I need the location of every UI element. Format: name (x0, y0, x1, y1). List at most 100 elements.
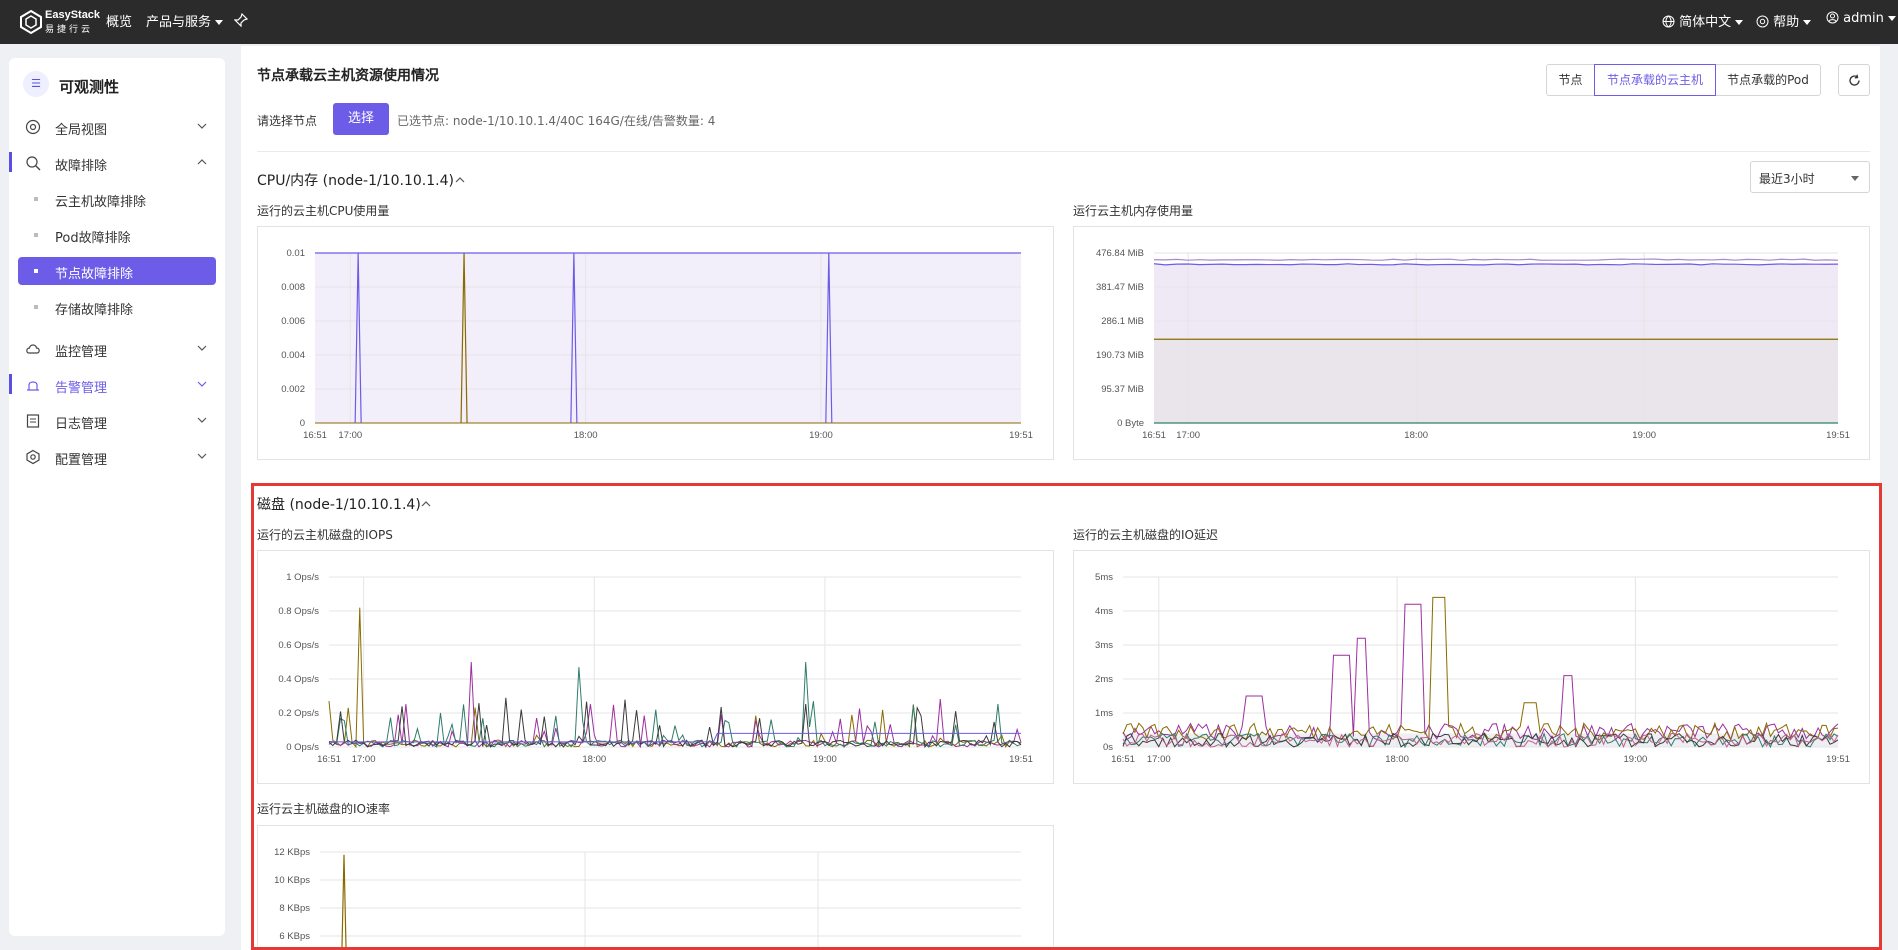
chart-iops-frame: 1 Ops/s 0.8 Ops/s 0.6 Ops/s 0.4 Ops/s 0.2 Op… (257, 550, 1054, 784)
alarm-icon (27, 381, 39, 391)
select-node-button[interactable]: 选择 (333, 103, 389, 135)
refresh-button[interactable] (1838, 64, 1870, 96)
sidebar-subitem-label: 节点故障排除 (55, 267, 134, 282)
x-tick-label: 16:51 (1111, 754, 1135, 765)
x-tick-label: 18:00 (1385, 754, 1409, 765)
tab-node-vms[interactable]: 节点承载的云主机 (1594, 64, 1716, 96)
nav-products-label: 产品与服务 (146, 15, 212, 30)
y-tick-label: 0.8 Ops/s (278, 606, 319, 617)
x-tick-label: 17:00 (352, 754, 376, 765)
chart-io-rate-frame: 12 KBps 10 KBps 8 KBps 6 KBps (257, 825, 1054, 948)
time-range-value: 最近3小时 (1759, 172, 1815, 186)
chevron-down-icon (1735, 20, 1744, 25)
language-label: 简体中文 (1679, 15, 1732, 30)
chevron-down-icon (1803, 20, 1812, 25)
page-title: 节点承载云主机资源使用情况 (257, 68, 439, 84)
easystack-logo-icon[interactable] (18, 9, 44, 35)
y-tick-label: 0.6 Ops/s (278, 640, 319, 651)
chevron-down-icon (197, 417, 207, 423)
sidebar-item-logs[interactable]: 日志管理 (9, 406, 225, 436)
nav-products-services[interactable]: 产品与服务 (146, 11, 224, 30)
area-fill (1154, 339, 1838, 423)
sidebar-subitem-storage-troubleshooting[interactable]: 存储故障排除 (18, 293, 216, 321)
log-icon (26, 414, 40, 428)
y-tick-label: 0 (300, 418, 305, 429)
tab-node-pods[interactable]: 节点承载的Pod (1715, 64, 1821, 96)
collapse-chevron-up-icon[interactable] (455, 176, 465, 184)
sidebar-subitem-pod-troubleshooting[interactable]: Pod故障排除 (18, 221, 216, 249)
nav-overview[interactable]: 概览 (106, 11, 132, 30)
latency-series-line (1122, 603, 1839, 741)
sidebar-item-label: 监控管理 (55, 345, 108, 360)
bullet-icon (34, 197, 38, 201)
sidebar-title: 可观测性 (59, 78, 120, 96)
sidebar-item-global-view[interactable]: 全局视图 (9, 112, 225, 142)
language-switcher[interactable]: 简体中文 (1662, 11, 1744, 30)
x-tick-label: 17:00 (1147, 754, 1171, 765)
y-tick-label: 286.1 MiB (1101, 316, 1144, 327)
chart-memory: 476.84 MiB 381.47 MiB 286.1 MiB 190.73 MiB 9… (1096, 248, 1850, 441)
x-tick-label: 19:00 (1632, 430, 1656, 441)
chevron-down-icon (197, 453, 207, 459)
iops-series-line (328, 661, 1022, 748)
x-tick-label: 19:00 (813, 754, 837, 765)
chart-memory-frame: 476.84 MiB 381.47 MiB 286.1 MiB 190.73 MiB 9… (1073, 226, 1870, 460)
x-tick-label: 19:51 (1826, 754, 1850, 765)
sidebar-subitem-vm-troubleshooting[interactable]: 云主机故障排除 (18, 185, 216, 213)
y-tick-label: 0s (1103, 742, 1113, 753)
y-tick-label: 8 KBps (279, 903, 310, 914)
x-tick-label: 19:51 (1826, 430, 1850, 441)
y-tick-label: 1ms (1095, 708, 1113, 719)
collapse-chevron-up-icon[interactable] (421, 500, 431, 508)
sidebar-item-config[interactable]: 配置管理 (9, 442, 225, 472)
sidebar-item-alarms[interactable]: 告警管理 (9, 370, 225, 400)
refresh-icon (1849, 74, 1860, 86)
y-tick-label: 0.4 Ops/s (278, 674, 319, 685)
sidebar-item-label: 故障排除 (55, 159, 108, 174)
time-range-select[interactable]: 最近3小时 (1750, 161, 1870, 193)
y-tick-label: 0 Byte (1117, 418, 1144, 429)
x-tick-label: 16:51 (303, 430, 327, 441)
x-tick-label: 19:00 (1624, 754, 1648, 765)
user-name: admin (1843, 11, 1884, 26)
help-icon (1756, 15, 1769, 28)
tab-node[interactable]: 节点 (1546, 64, 1595, 96)
y-tick-label: 0.2 Ops/s (278, 708, 319, 719)
sidebar-subitem-label: 存储故障排除 (55, 303, 134, 318)
y-tick-label: 381.47 MiB (1096, 282, 1144, 293)
y-tick-label: 6 KBps (279, 931, 310, 942)
y-tick-label: 190.73 MiB (1096, 350, 1144, 361)
chevron-down-icon (197, 123, 207, 129)
sidebar-item-troubleshooting[interactable]: 故障排除 (9, 148, 225, 178)
y-tick-label: 0.008 (281, 282, 305, 293)
x-tick-label: 18:00 (582, 754, 606, 765)
section-title-disk: 磁盘 (node-1/10.10.1.4) (257, 497, 421, 513)
sidebar-item-label: 全局视图 (55, 123, 108, 138)
chevron-down-icon (197, 345, 207, 351)
sidebar-subitem-node-troubleshooting[interactable]: 节点故障排除 (18, 257, 216, 285)
top-navigation-bar: EasyStack 易捷行云 概览 产品与服务 简体中文 帮助 admin (0, 0, 1898, 44)
y-tick-label: 12 KBps (274, 847, 310, 858)
select-node-label: 请选择节点 (257, 114, 318, 128)
brand-name: EasyStack (45, 9, 101, 21)
chevron-down-icon (1887, 16, 1896, 21)
bullet-icon (34, 269, 38, 273)
bullet-icon (34, 233, 38, 237)
help-menu[interactable]: 帮助 (1756, 11, 1812, 30)
memory-series-line (1153, 258, 1839, 261)
x-tick-label: 19:51 (1009, 430, 1033, 441)
chevron-down-icon (215, 20, 224, 25)
sidebar-item-monitoring[interactable]: 监控管理 (9, 334, 225, 364)
chart-title-io-latency: 运行的云主机磁盘的IO延迟 (1073, 528, 1218, 542)
bullet-icon (34, 305, 38, 309)
pin-icon[interactable] (234, 13, 248, 27)
chart-title-io-rate: 运行云主机磁盘的IO速率 (257, 802, 390, 816)
x-tick-label: 18:00 (1404, 430, 1428, 441)
selected-node-info: 已选节点: node-1/10.10.1.4/40C 164G/在线/告警数量:… (397, 114, 716, 128)
y-tick-label: 0.006 (281, 316, 305, 327)
section-title-cpu-memory: CPU/内存 (node-1/10.10.1.4) (257, 173, 454, 189)
x-tick-label: 19:00 (809, 430, 833, 441)
user-menu[interactable]: admin (1826, 11, 1896, 26)
chevron-down-icon (1851, 176, 1859, 181)
sidebar-item-label: 告警管理 (55, 381, 108, 396)
